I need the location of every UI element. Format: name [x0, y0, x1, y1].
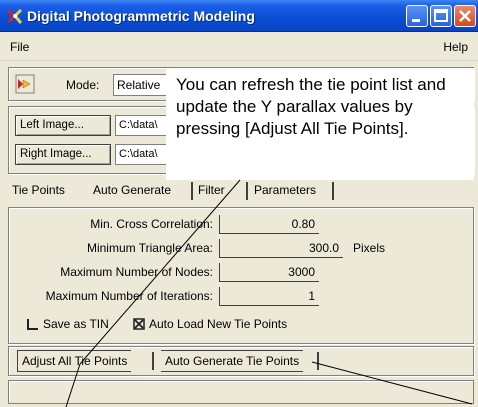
tab-auto-generate[interactable]: Auto Generate [93, 183, 171, 197]
menu-help[interactable]: Help [443, 40, 468, 54]
tab-divider [191, 182, 193, 200]
status-bar [8, 380, 474, 404]
callout-note: You can refresh the tie point list and u… [166, 68, 474, 180]
max-iterations-label: Maximum Number of Iterations: [45, 289, 213, 303]
min-triangle-area-field[interactable]: 300.0 [219, 239, 343, 258]
action-divider [152, 352, 154, 370]
title-bar[interactable]: Digital Photogrammetric Modeling [0, 0, 478, 32]
max-nodes-label: Maximum Number of Nodes: [60, 265, 213, 279]
auto-generate-tie-points-button[interactable]: Auto Generate Tie Points [161, 350, 304, 372]
auto-load-checkbox[interactable] [133, 318, 145, 330]
mode-select[interactable]: Relative [113, 74, 173, 96]
menu-bar: File Help [0, 33, 478, 61]
max-nodes-field[interactable]: 3000 [219, 263, 319, 282]
min-cross-correlation-label: Min. Cross Correlation: [90, 217, 213, 231]
tab-bar: Tie Points Auto Generate Filter Paramete… [8, 180, 474, 204]
main-window: Digital Photogrammetric Modeling File He… [0, 0, 478, 407]
close-button[interactable] [454, 5, 476, 27]
maximize-button[interactable] [430, 5, 452, 27]
save-as-tin-label: Save as TIN [43, 317, 109, 331]
min-triangle-area-label: Minimum Triangle Area: [86, 241, 213, 255]
navigate-arrow-icon[interactable] [15, 74, 35, 94]
auto-load-label: Auto Load New Tie Points [149, 317, 288, 331]
right-image-button[interactable]: Right Image... [15, 144, 111, 165]
maximize-icon [434, 9, 448, 22]
save-as-tin-checkbox[interactable] [27, 318, 39, 330]
mode-label: Mode: [66, 78, 100, 92]
tab-divider [332, 182, 334, 200]
action-bar: Adjust All Tie Points Auto Generate Tie … [8, 346, 474, 376]
triangle-area-unit: Pixels [353, 241, 386, 255]
min-cross-correlation-field[interactable]: 0.80 [219, 215, 319, 234]
action-divider [317, 352, 319, 370]
parameters-panel: Min. Cross Correlation: 0.80 Minimum Tri… [8, 207, 474, 344]
window-title: Digital Photogrammetric Modeling [27, 8, 255, 24]
tab-divider [246, 182, 248, 200]
menu-file[interactable]: File [10, 40, 29, 54]
minimize-icon [412, 19, 420, 22]
tab-tie-points[interactable]: Tie Points [12, 183, 65, 197]
app-icon [7, 8, 23, 24]
adjust-all-tie-points-button[interactable]: Adjust All Tie Points [17, 350, 132, 372]
minimize-button[interactable] [406, 5, 428, 27]
left-image-button[interactable]: Left Image... [15, 115, 111, 136]
tab-parameters[interactable]: Parameters [254, 183, 316, 197]
tab-filter[interactable]: Filter [198, 183, 225, 197]
max-iterations-field[interactable]: 1 [219, 287, 319, 306]
close-icon [459, 10, 471, 22]
